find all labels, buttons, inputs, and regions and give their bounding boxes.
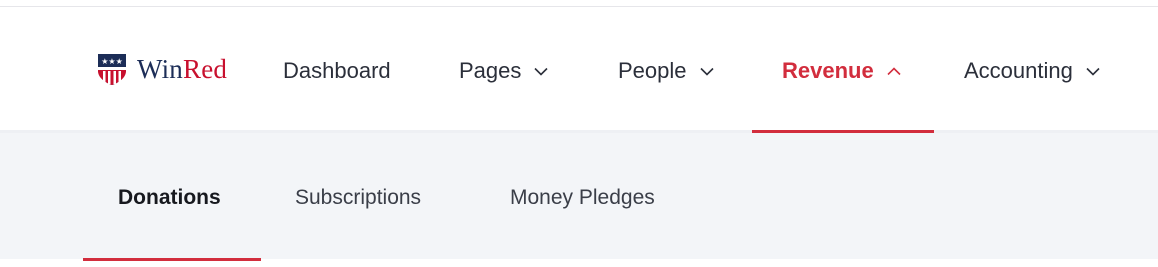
nav-dashboard-label: Dashboard (283, 58, 391, 83)
winred-logo[interactable]: ★★★ WinRed (96, 52, 227, 86)
chevron-down-icon (534, 67, 548, 76)
nav-revenue-label: Revenue (782, 58, 874, 83)
logo-wordmark: WinRed (137, 54, 227, 85)
tab-donations-label: Donations (118, 186, 221, 209)
chevron-down-icon (1086, 67, 1100, 76)
nav-accounting[interactable]: Accounting (964, 58, 1100, 84)
tab-money-pledges[interactable]: Money Pledges (510, 186, 655, 210)
nav-dashboard[interactable]: Dashboard (283, 58, 391, 84)
nav-people[interactable]: People (618, 58, 714, 84)
nav-accounting-label: Accounting (964, 58, 1073, 83)
tab-money-pledges-label: Money Pledges (510, 186, 655, 209)
chevron-up-icon (887, 66, 901, 75)
nav-revenue[interactable]: Revenue (782, 58, 901, 84)
tab-subscriptions-label: Subscriptions (295, 186, 422, 209)
nav-pages[interactable]: Pages (459, 58, 548, 84)
chevron-down-icon (699, 67, 714, 76)
tab-donations[interactable]: Donations (118, 186, 221, 210)
tab-subscriptions[interactable]: Subscriptions (295, 186, 421, 210)
logo-text-red: Red (183, 53, 228, 84)
donations-active-indicator (83, 258, 261, 261)
logo-text-win: Win (137, 53, 184, 84)
svg-text:★★★: ★★★ (101, 57, 123, 66)
shield-flag-icon: ★★★ (98, 54, 126, 85)
nav-people-label: People (618, 58, 687, 83)
nav-pages-label: Pages (459, 58, 522, 83)
